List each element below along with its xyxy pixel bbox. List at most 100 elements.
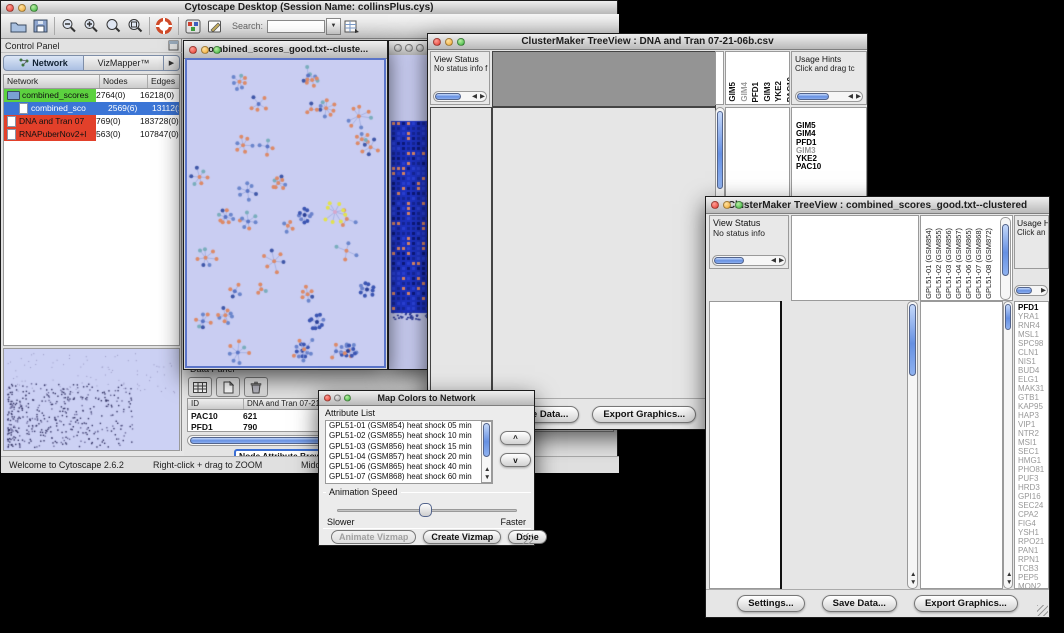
gene-label[interactable]: FIG4: [1018, 519, 1048, 528]
gene-label[interactable]: PAN1: [1018, 546, 1048, 555]
table-icon[interactable]: [188, 377, 212, 397]
scrollbar-thumb[interactable]: [714, 257, 744, 264]
move-up-button[interactable]: ^: [500, 431, 531, 445]
window-controls[interactable]: [433, 38, 465, 46]
treeview1-row-dendrogram[interactable]: [430, 107, 492, 400]
gene-label[interactable]: BUD4: [1018, 366, 1048, 375]
gene-label[interactable]: MSI1: [1018, 438, 1048, 447]
gene-label[interactable]: MAK31: [1018, 384, 1048, 393]
gene-label[interactable]: SEC24: [1018, 501, 1048, 510]
attribute-list-item[interactable]: GPL51-03 (GSM856) heat shock 15 min: [326, 442, 481, 452]
minimize-icon[interactable]: [18, 4, 26, 12]
scrollbar-thumb[interactable]: [435, 93, 461, 100]
column-label[interactable]: GPL51-02 (GSM855): [934, 228, 943, 299]
move-down-button[interactable]: v: [500, 453, 531, 467]
dialog-button[interactable]: Create Vizmap: [423, 530, 501, 544]
scrollbar-thumb[interactable]: [1002, 224, 1009, 276]
window-controls[interactable]: [711, 201, 743, 209]
close-icon[interactable]: [433, 38, 441, 46]
gene-label[interactable]: SEC1: [1018, 447, 1048, 456]
gene-label[interactable]: RPN1: [1018, 555, 1048, 564]
column-label[interactable]: GPL51-07 (GSM868): [974, 228, 983, 299]
window-controls[interactable]: [394, 44, 424, 52]
scrollbar-thumb[interactable]: [717, 111, 723, 189]
column-label[interactable]: PAC10: [786, 77, 791, 102]
zoom-selected-icon[interactable]: [102, 16, 124, 36]
zoom-window-icon[interactable]: [735, 201, 743, 209]
new-document-icon[interactable]: [216, 377, 240, 397]
gene-label[interactable]: MSL1: [1018, 330, 1048, 339]
gene-label[interactable]: VIP1: [1018, 420, 1048, 429]
treeview1-heatmap[interactable]: [492, 107, 716, 400]
network-list-row[interactable]: combined_sco 2569(6) 13112(15): [4, 102, 179, 115]
attribute-list-item[interactable]: GPL51-04 (GSM857) heat shock 20 min: [326, 452, 481, 462]
column-label[interactable]: GPL51-03 (GSM856): [944, 228, 953, 299]
network-list-row[interactable]: combined_scores 2764(0) 16218(0): [4, 89, 179, 102]
column-label[interactable]: GPL51-06 (GSM865): [964, 228, 973, 299]
treeview-button[interactable]: Save Data...: [822, 595, 897, 612]
usage-hints-hscrollbar[interactable]: ▶: [1014, 285, 1048, 296]
similarity-matrix-canvas[interactable]: [732, 122, 782, 170]
tab-network[interactable]: Network: [3, 55, 84, 71]
vizmapper-icon[interactable]: [182, 16, 204, 36]
network-list-row[interactable]: DNA and Tran 07 769(0) 183728(0): [4, 115, 179, 128]
minimize-icon[interactable]: [445, 38, 453, 46]
scroll-down-icon[interactable]: ▼: [1006, 580, 1012, 587]
gene-label[interactable]: HMG1: [1018, 456, 1048, 465]
zoom-window-icon[interactable]: [344, 395, 351, 402]
scroll-right-icon[interactable]: ▶: [480, 94, 485, 101]
close-icon[interactable]: [189, 46, 197, 54]
float-panel-icon[interactable]: [168, 40, 179, 53]
search-dropdown-icon[interactable]: ▼: [326, 18, 341, 35]
gene-label[interactable]: RNR4: [1018, 321, 1048, 330]
attribute-list-item[interactable]: GPL51-07 (GSM868) heat shock 60 min: [326, 472, 481, 482]
column-label[interactable]: GIM3: [763, 82, 773, 102]
gene-label[interactable]: NIS1: [1018, 357, 1048, 366]
zoom-fit-icon[interactable]: [124, 16, 146, 36]
listbox-vscrollbar[interactable]: ▲ ▼: [481, 421, 492, 483]
close-icon[interactable]: [394, 44, 402, 52]
scrollbar-thumb[interactable]: [1016, 287, 1032, 294]
attribute-list-item[interactable]: GPL51-02 (GSM855) heat shock 10 min: [326, 431, 481, 441]
dialog-button[interactable]: Animate Vizmap: [331, 530, 416, 544]
scrollbar-thumb[interactable]: [797, 93, 829, 100]
gene-label[interactable]: CPA2: [1018, 510, 1048, 519]
scroll-left-icon[interactable]: ◀: [848, 94, 853, 101]
scrollbar-thumb[interactable]: [909, 304, 916, 376]
gene-label[interactable]: MON2: [1018, 582, 1048, 589]
resize-grip[interactable]: [522, 533, 533, 544]
tab-vizmapper[interactable]: VizMapper™: [84, 55, 164, 71]
treeview-button[interactable]: Export Graphics...: [592, 406, 696, 423]
zoom-window-icon[interactable]: [457, 38, 465, 46]
gene-label[interactable]: GTB1: [1018, 393, 1048, 402]
gene-label[interactable]: PFD1: [1018, 303, 1048, 312]
zoom-window-icon[interactable]: [213, 46, 221, 54]
column-label[interactable]: GIM4: [740, 82, 750, 102]
gene-label[interactable]: YSH1: [1018, 528, 1048, 537]
gene-label[interactable]: ELG1: [1018, 375, 1048, 384]
scroll-right-icon[interactable]: ▶: [856, 94, 861, 101]
minimize-icon[interactable]: [334, 395, 341, 402]
zoom-window-icon[interactable]: [30, 4, 38, 12]
gene-label[interactable]: RPO21: [1018, 537, 1048, 546]
scroll-down-icon[interactable]: ▼: [484, 475, 490, 482]
open-icon[interactable]: [7, 16, 29, 36]
treeview2-vscrollbar[interactable]: ▲ ▼: [907, 301, 918, 589]
minimize-icon[interactable]: [723, 201, 731, 209]
window-controls[interactable]: [189, 46, 221, 54]
gene-label[interactable]: GPI16: [1018, 492, 1048, 501]
save-icon[interactable]: [29, 16, 51, 36]
column-label[interactable]: YKE2: [774, 81, 784, 102]
dialog-title-bar[interactable]: Map Colors to Network: [319, 391, 534, 406]
close-icon[interactable]: [711, 201, 719, 209]
treeview2-title-bar[interactable]: ClusterMaker TreeView : combined_scores_…: [706, 197, 1049, 214]
minimize-icon[interactable]: [201, 46, 209, 54]
gene-label[interactable]: PHO81: [1018, 465, 1048, 474]
attribute-list-item[interactable]: GPL51-06 (GSM865) heat shock 40 min: [326, 462, 481, 472]
close-icon[interactable]: [324, 395, 331, 402]
treeview2-summary-heatmap[interactable]: [921, 302, 1002, 564]
annotation-icon[interactable]: [204, 16, 226, 36]
treeview1-column-dendrogram[interactable]: [492, 51, 716, 107]
close-icon[interactable]: [6, 4, 14, 12]
scroll-up-icon[interactable]: ▲: [910, 572, 916, 579]
